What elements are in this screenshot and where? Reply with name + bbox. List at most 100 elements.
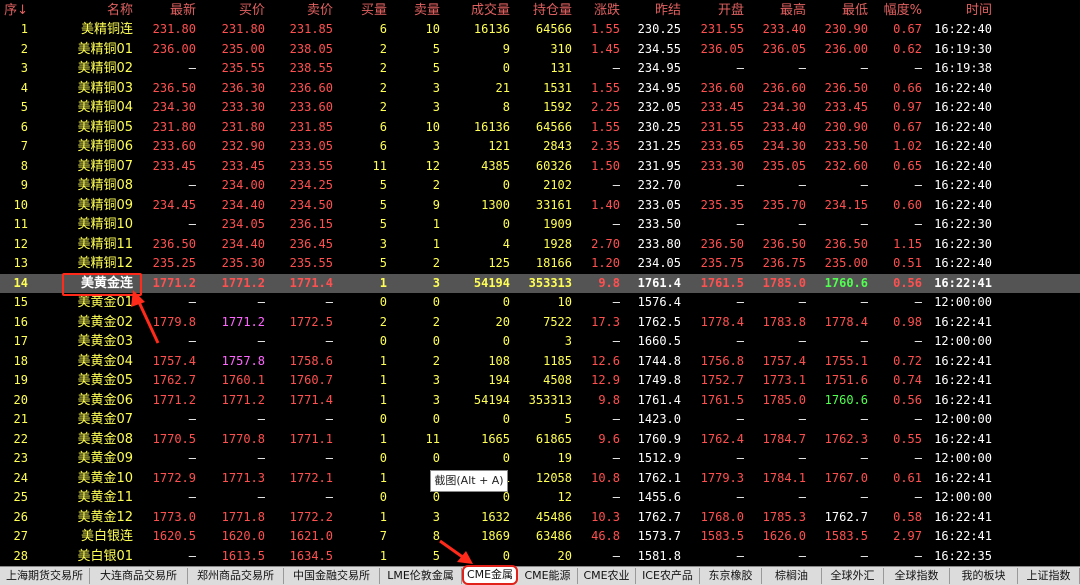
tab-2[interactable]: 郑州商品交易所	[188, 568, 284, 584]
cell-ask-volume: 0	[432, 295, 440, 309]
tab-6[interactable]: CME能源	[518, 568, 578, 584]
cell-bid-volume: 1	[379, 509, 387, 524]
table-row[interactable]: 28 美白银01 — 1613.5 1634.5 1 5 0 20 — 1581.8 — — — — 16:2…	[0, 547, 1080, 567]
table-row[interactable]: 10 美精铜09 234.45 234.40 234.50 5 9 1300 33161 1.40…	[0, 196, 1080, 216]
tab-8[interactable]: ICE农产品	[636, 568, 700, 584]
cell-latest: —	[188, 412, 196, 426]
cell-name: 美精铜08	[77, 178, 133, 193]
table-row[interactable]: 12 美精铜11 236.50 234.40 236.45 3 1 4 1928 2.70 233.…	[0, 235, 1080, 255]
tab-13[interactable]: 我的板块	[950, 568, 1018, 584]
cell-index: 9	[20, 178, 28, 192]
tab-0[interactable]: 上海期货交易所	[0, 568, 90, 584]
table-row[interactable]: 5 美精铜04 234.30 233.30 233.60 2 3 8 1592 2.25 232.0…	[0, 98, 1080, 118]
tab-7[interactable]: CME农业	[578, 568, 636, 584]
table-row[interactable]: 21 美黄金07 — — — 0 0 0 5 — 1423.0 — — — — 12:00:00	[0, 410, 1080, 430]
table-row[interactable]: 2 美精铜01 236.00 235.00 238.05 2 5 9 310 1.45 234.55…	[0, 40, 1080, 60]
tab-14[interactable]: 上证指数	[1018, 568, 1080, 584]
cell-open: 1761.5	[700, 392, 744, 407]
cell-bid-volume: 0	[379, 490, 387, 504]
column-header-ask-volume[interactable]: 卖量	[390, 3, 440, 19]
cell-low: 1762.3	[824, 431, 868, 446]
table-row[interactable]: 24美黄金101772.91771.31772.11411205810.8176…	[0, 469, 1080, 489]
cell-open: —	[736, 334, 744, 348]
cell-bid-volume: 2	[379, 80, 387, 95]
column-header-latest[interactable]: 最新	[136, 3, 196, 19]
cell-ask: 1772.1	[289, 470, 333, 485]
column-header-ask[interactable]: 卖价	[269, 3, 333, 19]
tab-12[interactable]: 全球指数	[884, 568, 950, 584]
table-row[interactable]: 27 美白银连 1620.5 1620.0 1621.0 7 8 1869 63486 46.8 1…	[0, 527, 1080, 547]
table-row[interactable]: 3 美精铜02 — 235.55 238.55 2 5 0 131 — 234.95 — — — — 16:1…	[0, 59, 1080, 79]
cell-ask: 234.25	[289, 178, 333, 192]
cell-bid-volume: 1	[379, 392, 387, 407]
table-row[interactable]: 8 美精铜07 233.45 233.45 233.55 11 12 4385 60326 1.5…	[0, 157, 1080, 177]
column-header-high[interactable]: 最高	[748, 3, 806, 19]
table-row[interactable]: 6 美精铜05 231.80 231.80 231.85 6 10 16136 64566 1.5…	[0, 118, 1080, 138]
table-row[interactable]: 14 美黄金连 1771.2 1771.2 1771.4 1 3 54194 353313 9.8…	[0, 273, 1080, 293]
cell-volume: 125	[488, 256, 510, 270]
column-header-prev-settle[interactable]: 昨结	[623, 3, 681, 19]
tab-10[interactable]: 棕榈油	[762, 568, 822, 584]
table-row[interactable]: 22 美黄金08 1770.5 1770.8 1771.1 1 11 1665 61865 9.6…	[0, 430, 1080, 450]
column-header-change-pct[interactable]: 幅度%	[872, 3, 922, 19]
cell-low: 1583.5	[824, 529, 868, 543]
cell-bid-volume: 1	[379, 373, 387, 387]
table-row[interactable]: 4 美精铜03 236.50 236.30 236.60 2 3 21 1531 1.55 234.…	[0, 79, 1080, 99]
column-header-open[interactable]: 开盘	[684, 3, 744, 19]
cell-bid: 1771.2	[221, 314, 265, 329]
column-header-bid-volume[interactable]: 买量	[337, 3, 387, 19]
table-row[interactable]: 20 美黄金06 1771.2 1771.2 1771.4 1 3 54194 353313 9.…	[0, 391, 1080, 411]
cell-time: 12:00:00	[934, 334, 992, 348]
table-row[interactable]: 13 美精铜12 235.25 235.30 235.55 5 2 125 18166 1.20 2…	[0, 254, 1080, 274]
table-row[interactable]: 16 美黄金02 1779.8 1771.2 1772.5 2 2 20 7522 17.3 176…	[0, 313, 1080, 333]
cell-name: 美精铜04	[77, 100, 133, 115]
cell-open: 1762.4	[700, 431, 744, 446]
cell-open-interest: 1928	[543, 236, 572, 251]
cell-low: 1778.4	[824, 314, 868, 329]
cell-prev-settle: 230.25	[637, 22, 681, 36]
column-header-change[interactable]: 涨跌	[574, 3, 620, 19]
cell-time: 12:00:00	[934, 490, 992, 504]
column-header-name[interactable]: 名称	[43, 3, 133, 19]
table-row[interactable]: 17 美黄金03 — — — 0 0 0 3 — 1660.5 — — — — 12:00:00	[0, 332, 1080, 352]
table-row[interactable]: 25 美黄金11— — —0 0 0 12—1455.6— — — —12:00:00	[0, 488, 1080, 508]
cell-time: 16:22:41	[934, 509, 992, 524]
cell-open: —	[736, 295, 744, 309]
cell-change: 9.6	[598, 431, 620, 446]
cell-index: 26	[13, 509, 28, 524]
table-row[interactable]: 9 美精铜08 — 234.00 234.25 5 2 0 2102 — 232.70 — — — — 16:…	[0, 176, 1080, 196]
cell-latest: 1770.5	[152, 431, 196, 446]
column-header-low[interactable]: 最低	[810, 3, 868, 19]
cell-low: 234.15	[824, 197, 868, 212]
cell-change: 1.40	[591, 197, 620, 212]
table-row[interactable]: 18 美黄金04 1757.4 1757.8 1758.6 1 2 108 1185 12.6 17…	[0, 352, 1080, 372]
cell-ask-volume: 5	[432, 61, 440, 75]
table-row[interactable]: 19 美黄金05 1762.7 1760.1 1760.7 1 3 194 4508 12.9 17…	[0, 371, 1080, 391]
table-row[interactable]: 23 美黄金09 — — — 0 0 0 19 — 1512.9 — — — — 12:00:00	[0, 449, 1080, 469]
tab-5[interactable]: CME金属	[462, 565, 518, 585]
table-row[interactable]: 1 美精铜连 231.80 231.80 231.85 6 10 16136 64566 1.55…	[0, 20, 1080, 40]
table-row[interactable]: 15 美黄金01 — — — 0 0 0 10 — 1576.4 — — — — 12:00:00	[0, 293, 1080, 313]
table-row[interactable]: 26 美黄金12 1773.0 1771.8 1772.2 1 3 1632 45486 10.3…	[0, 508, 1080, 528]
cell-latest: 235.25	[152, 256, 196, 270]
cell-ask: 234.50	[289, 197, 333, 212]
table-row[interactable]: 11 美精铜10 — 234.05 236.15 5 1 0 1909 — 233.50 — — — — 16…	[0, 215, 1080, 235]
tab-4[interactable]: LME伦敦金属	[380, 568, 462, 584]
column-header-index[interactable]: 序↓	[2, 3, 28, 19]
tab-3[interactable]: 中国金融交易所	[284, 568, 380, 584]
cell-bid: 1757.8	[221, 353, 265, 368]
tab-1[interactable]: 大连商品交易所	[90, 568, 188, 584]
cell-ask-volume: 2	[432, 353, 440, 368]
table-row[interactable]: 7 美精铜06 233.60 232.90 233.05 6 3 121 2843 2.35 231…	[0, 137, 1080, 157]
cell-bid: 233.45	[221, 158, 265, 173]
column-header-time[interactable]: 时间	[926, 3, 992, 19]
cell-bid-volume: 6	[379, 22, 387, 36]
column-header-volume[interactable]: 成交量	[444, 3, 510, 19]
column-header-bid[interactable]: 买价	[201, 3, 265, 19]
cell-name: 美精铜连	[80, 22, 133, 37]
cell-latest: 234.30	[152, 100, 196, 114]
tab-9[interactable]: 东京橡胶	[700, 568, 762, 584]
tab-11[interactable]: 全球外汇	[822, 568, 884, 584]
column-header-open-interest[interactable]: 持仓量	[512, 3, 572, 19]
cell-bid-volume: 0	[379, 334, 387, 348]
